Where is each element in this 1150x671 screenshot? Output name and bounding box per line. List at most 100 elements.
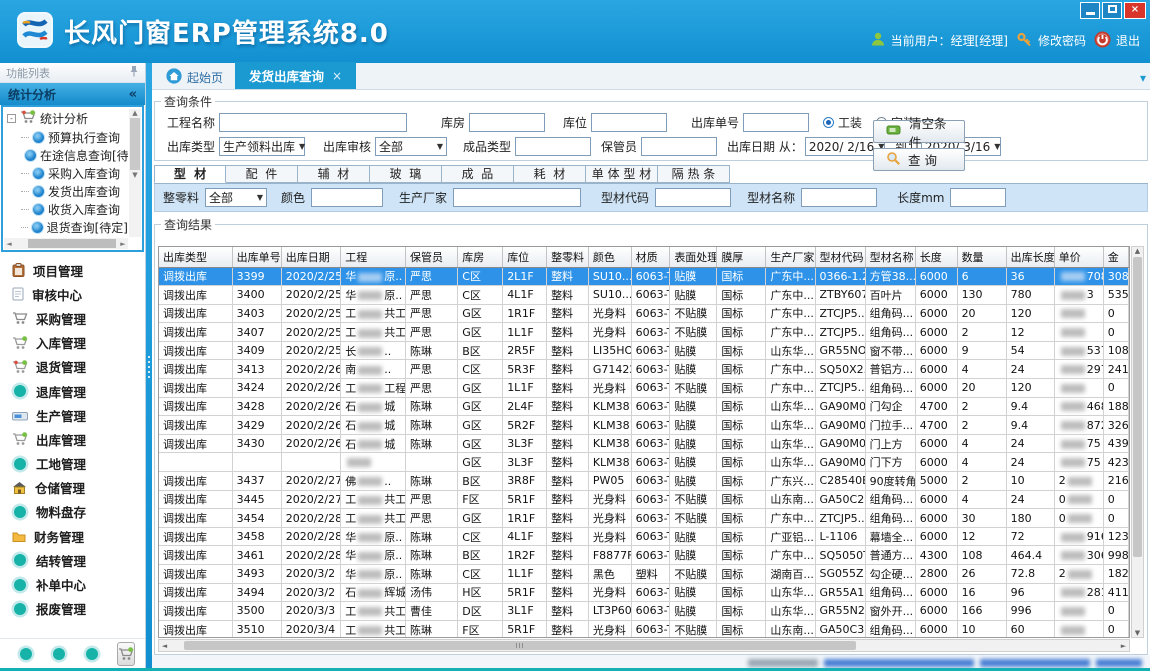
table-cell[interactable]: GA90M09. [815, 453, 865, 472]
table-cell[interactable]: 5000 [915, 472, 957, 491]
table-cell[interactable]: 山东华... [766, 341, 815, 360]
table-cell[interactable]: 山东华... [766, 416, 815, 435]
table-cell[interactable]: 陈琳 [406, 416, 458, 435]
table-cell[interactable]: 陈琳 [406, 397, 458, 416]
table-cell[interactable]: 国标 [717, 286, 766, 305]
table-cell[interactable]: 120 [1006, 304, 1054, 323]
table-cell[interactable]: 2020/3/4 [281, 620, 341, 638]
table-cell[interactable]: 陈琳 [406, 546, 458, 565]
table-cell[interactable]: 180 [1006, 509, 1054, 528]
table-cell[interactable]: 708 [1054, 267, 1103, 286]
table-cell[interactable]: ZTCJP5... [815, 509, 865, 528]
product-type-input[interactable] [515, 137, 591, 156]
table-cell[interactable]: 2020/2/27 [281, 472, 341, 491]
length-input[interactable] [950, 188, 1006, 207]
sidebar-item[interactable]: 项目管理 [0, 258, 145, 282]
table-cell[interactable]: 24 [1006, 453, 1054, 472]
table-cell[interactable]: 2020/2/28 [281, 546, 341, 565]
table-cell[interactable]: 0 [1054, 490, 1103, 509]
column-header[interactable]: 表面处理 [670, 247, 717, 267]
table-cell[interactable]: 普铝方... [865, 360, 915, 379]
table-cell[interactable]: 6063-T5 [631, 341, 670, 360]
table-cell[interactable]: 不贴膜 [670, 620, 717, 638]
table-cell[interactable]: KLM3817 [588, 453, 631, 472]
tab-list-arrow-icon[interactable]: ▾ [1140, 71, 1146, 85]
table-cell[interactable]: 广东中... [766, 286, 815, 305]
table-cell[interactable]: 24 [1006, 360, 1054, 379]
table-cell[interactable]: 调拨出库 [159, 416, 232, 435]
table-cell[interactable]: 陈琳 [406, 341, 458, 360]
table-cell[interactable]: 严思 [406, 379, 458, 398]
table-cell[interactable]: 勾企硬... [865, 565, 915, 584]
table-cell[interactable]: 308 [1103, 267, 1128, 286]
table-cell[interactable]: 2020/2/25 [281, 323, 341, 342]
table-cell[interactable]: 6063-T5 [631, 490, 670, 509]
sidebar-item[interactable]: 入库管理 [0, 331, 145, 355]
table-cell[interactable]: 439 [1103, 434, 1128, 453]
table-cell[interactable]: GA90M06. [815, 397, 865, 416]
table-cell[interactable]: 佛.. [341, 472, 406, 491]
table-cell[interactable]: 24 [1006, 434, 1054, 453]
table-cell[interactable]: 调拨出库 [159, 341, 232, 360]
column-header[interactable]: 生产厂家 [766, 247, 815, 267]
table-cell[interactable]: 石城 [341, 397, 406, 416]
table-cell[interactable]: 贴膜 [670, 602, 717, 621]
table-cell[interactable]: 华原.. [341, 565, 406, 584]
column-header[interactable]: 数量 [957, 247, 1006, 267]
table-cell[interactable]: 工共工程 [341, 620, 406, 638]
table-cell[interactable]: 2L1F [503, 267, 547, 286]
table-cell[interactable]: C区 [458, 267, 503, 286]
table-cell[interactable]: 严思 [406, 286, 458, 305]
table-cell[interactable]: 组角码... [865, 490, 915, 509]
table-cell[interactable]: 2L4F [503, 397, 547, 416]
table-cell[interactable]: 130 [957, 286, 1006, 305]
table-cell[interactable]: 整料 [547, 546, 589, 565]
table-cell[interactable]: 3L1F [503, 602, 547, 621]
table-cell[interactable]: 门勾企 [865, 397, 915, 416]
table-cell[interactable]: 60 [1006, 620, 1054, 638]
table-cell[interactable]: 2020/3/2 [281, 565, 341, 584]
table-cell[interactable]: 整料 [547, 267, 589, 286]
table-cell[interactable]: 54 [1006, 341, 1054, 360]
table-cell[interactable]: 6063-T5 [631, 360, 670, 379]
table-cell[interactable]: 0 [1103, 323, 1128, 342]
table-cell[interactable]: 华原.. [341, 527, 406, 546]
table-cell[interactable]: F区 [458, 490, 503, 509]
table-cell[interactable]: 0366-1.2 [815, 267, 865, 286]
table-cell[interactable]: 调拨出库 [159, 267, 232, 286]
column-header[interactable]: 出库类型 [159, 247, 232, 267]
table-cell[interactable]: 3500 [232, 602, 281, 621]
table-cell[interactable]: 调拨出库 [159, 527, 232, 546]
table-cell[interactable]: 陈琳 [406, 434, 458, 453]
table-cell[interactable]: G区 [458, 397, 503, 416]
table-cell[interactable]: 工共工程 [341, 509, 406, 528]
table-cell[interactable]: 30 [957, 509, 1006, 528]
table-cell[interactable]: 山东南... [766, 490, 815, 509]
sidebar-item[interactable]: 补单中心 [0, 572, 145, 596]
project-name-input[interactable] [219, 113, 407, 132]
table-cell[interactable]: G区 [458, 416, 503, 435]
table-cell[interactable]: 贴膜 [670, 583, 717, 602]
table-cell[interactable]: 2020/2/27 [281, 490, 341, 509]
table-cell[interactable]: 6063-T5 [631, 379, 670, 398]
table-cell[interactable]: G区 [458, 453, 503, 472]
table-cell[interactable]: 2800 [915, 565, 957, 584]
table-cell[interactable]: 24 [1006, 490, 1054, 509]
table-cell[interactable]: 36 [1006, 267, 1054, 286]
table-cell[interactable]: 2020/3/2 [281, 583, 341, 602]
table-cell[interactable]: 6000 [915, 360, 957, 379]
table-cell[interactable]: 整料 [547, 565, 589, 584]
table-cell[interactable]: 3400 [232, 286, 281, 305]
table-cell[interactable]: 不贴膜 [670, 323, 717, 342]
table-cell[interactable]: 4L1F [503, 527, 547, 546]
column-header[interactable]: 型材名称 [865, 247, 915, 267]
table-cell[interactable] [1054, 602, 1103, 621]
table-cell[interactable]: 调拨出库 [159, 602, 232, 621]
table-cell[interactable]: GA90M08. [815, 434, 865, 453]
table-cell[interactable]: 严思 [406, 323, 458, 342]
column-header[interactable]: 型材代码 [815, 247, 865, 267]
table-cell[interactable]: 广亚铝... [766, 527, 815, 546]
table-cell[interactable]: 整料 [547, 379, 589, 398]
table-cell[interactable]: 石城 [341, 416, 406, 435]
table-row[interactable]: 调拨出库34302020/2/26石城陈琳G区3L3F整料KLM38176063… [159, 434, 1129, 453]
